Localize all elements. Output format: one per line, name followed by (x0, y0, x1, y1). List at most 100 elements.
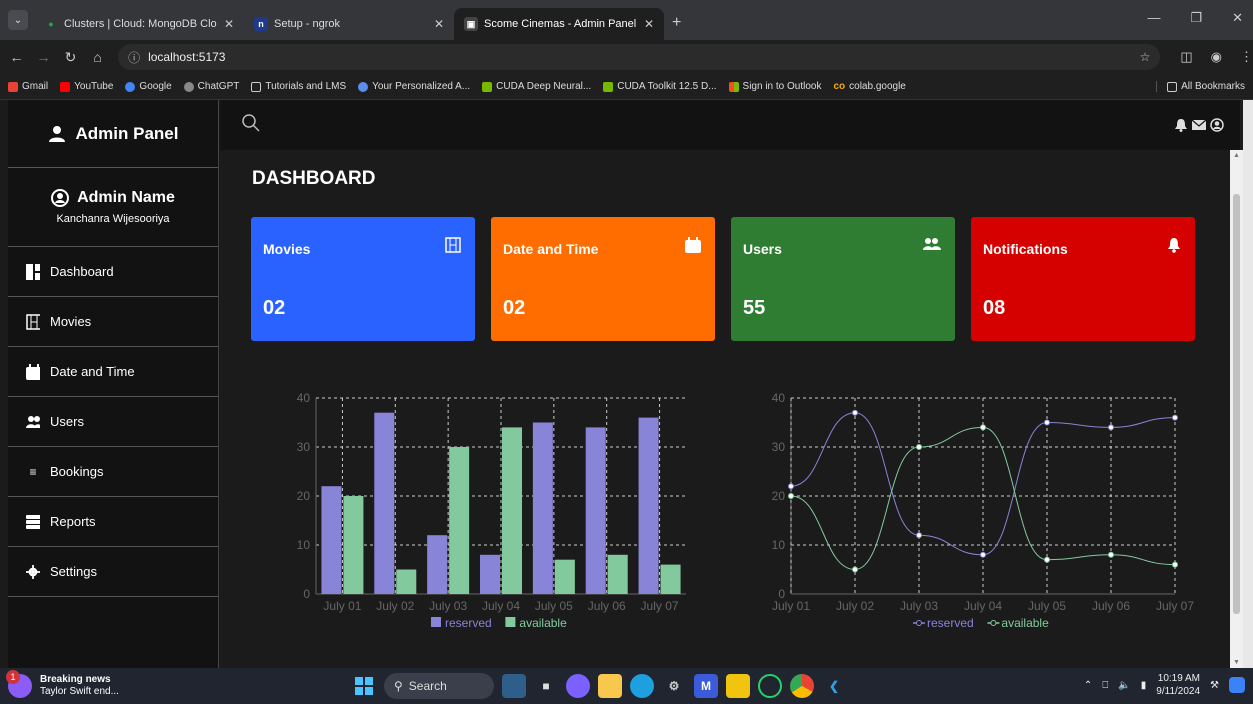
film-icon (26, 313, 40, 330)
sidebar-item-label: Movies (50, 314, 92, 329)
browser-tab-ngrok[interactable]: n Setup - ngrok ✕ (244, 8, 454, 40)
bookmark-colab[interactable]: co colab.google (833, 81, 905, 92)
copilot-tray-icon[interactable] (1229, 677, 1245, 693)
point-reserved (788, 483, 794, 490)
sidebar-item-dashboard[interactable]: Dashboard (8, 247, 218, 297)
browser-tabbar: ⌄ ● Clusters | Cloud: MongoDB Clo ✕ n Se… (0, 0, 1253, 40)
point-reserved (980, 551, 986, 558)
settings-app-icon[interactable]: ⚙ (662, 674, 686, 698)
star-icon[interactable]: ☆ (1140, 50, 1151, 64)
toolbar-right: ◫ ◉ ⋮ (1180, 49, 1253, 65)
browser-tab-mongodb[interactable]: ● Clusters | Cloud: MongoDB Clo ✕ (34, 8, 244, 40)
battery-icon[interactable]: ▮ (1141, 680, 1147, 691)
sidebar-item-label: Reports (50, 514, 96, 529)
whatsapp-icon[interactable] (758, 674, 782, 698)
calendar-icon (685, 237, 701, 258)
chevron-up-icon[interactable]: ⌃ (1084, 680, 1092, 691)
movies-card[interactable]: Movies 02 (251, 217, 475, 341)
window-scrollbar[interactable] (1243, 100, 1253, 668)
sidebar-item-movies[interactable]: Movies (8, 297, 218, 347)
close-window-icon[interactable]: ✕ (1232, 10, 1243, 26)
page-title: DASHBOARD (252, 168, 376, 189)
page-scrollbar[interactable]: ▲ ▼ (1230, 150, 1243, 668)
reload-icon[interactable]: ↻ (60, 49, 81, 66)
menu-icon[interactable]: ⋮ (1240, 49, 1253, 65)
task-view-icon[interactable]: ■ (534, 674, 558, 698)
window-controls: — ❐ ✕ (1147, 10, 1243, 26)
x-tick-label: July 04 (482, 599, 520, 613)
close-icon[interactable]: ✕ (224, 17, 234, 31)
forward-icon[interactable]: → (33, 49, 54, 65)
windows-start-icon[interactable] (352, 674, 376, 698)
bookmark-label: Sign in to Outlook (742, 81, 822, 92)
file-explorer-icon[interactable] (598, 674, 622, 698)
vscode-icon[interactable]: ❮ (822, 674, 846, 698)
back-icon[interactable]: ← (6, 49, 27, 65)
search-icon[interactable] (242, 114, 260, 137)
bell-icon[interactable] (1174, 118, 1188, 137)
taskbar-search[interactable]: ⚲ Search (384, 673, 494, 699)
address-bar: ← → ↻ ⌂ ⓘ localhost:5173 ☆ ◫ ◉ ⋮ (0, 40, 1253, 74)
news-widget[interactable]: 1 Breaking news Taylor Swift end... (6, 670, 119, 698)
mail-icon[interactable] (1191, 118, 1207, 137)
news-icon: 1 (6, 670, 32, 698)
app-icon[interactable]: M (694, 674, 718, 698)
store-icon[interactable] (726, 674, 750, 698)
account-icon[interactable] (1210, 118, 1224, 137)
bookmark-personalized[interactable]: Your Personalized A... (358, 81, 470, 92)
bar-reserved (638, 417, 659, 594)
notification-center-icon[interactable]: ⚒ (1210, 680, 1219, 691)
widgets-icon[interactable] (502, 674, 526, 698)
home-icon[interactable]: ⌂ (87, 49, 108, 65)
legend-swatch (505, 617, 516, 627)
bookmark-label: ChatGPT (197, 81, 240, 92)
bookmark-tutorials[interactable]: Tutorials and LMS (251, 81, 346, 92)
sidebar-item-date-time[interactable]: Date and Time (8, 347, 218, 397)
profile-icon[interactable]: ◉ (1211, 49, 1222, 65)
close-icon[interactable]: ✕ (644, 17, 654, 31)
bookmark-gmail[interactable]: Gmail (8, 81, 48, 92)
x-tick-label: July 05 (1028, 599, 1066, 613)
bookmark-chatgpt[interactable]: ChatGPT (183, 81, 240, 92)
top-bar-icons (1174, 118, 1224, 137)
bookmark-youtube[interactable]: YouTube (60, 81, 113, 92)
info-icon[interactable]: ⓘ (128, 49, 140, 66)
microsoft-icon (728, 81, 739, 92)
line-chart: 010203040July 01 July 02 July 03 July 04 Jul… (772, 391, 1195, 630)
date-time-card[interactable]: Date and Time 02 (491, 217, 715, 341)
point-reserved (1108, 424, 1114, 431)
extensions-icon[interactable]: ◫ (1180, 49, 1192, 65)
copilot-icon[interactable] (566, 674, 590, 698)
bookmark-outlook[interactable]: Sign in to Outlook (728, 81, 822, 92)
bar-available (502, 427, 522, 594)
chrome-icon[interactable] (790, 674, 814, 698)
browser-tab-admin[interactable]: ▣ Scome Cinemas - Admin Panel ✕ (454, 8, 664, 40)
new-tab-button[interactable]: + (672, 14, 681, 32)
volume-icon[interactable]: 🔈 (1118, 680, 1130, 691)
minimize-icon[interactable]: — (1147, 10, 1160, 26)
tab-list-button[interactable]: ⌄ (8, 10, 28, 30)
bookmark-google[interactable]: Google (125, 81, 172, 92)
bookmark-cuda-dnn[interactable]: CUDA Deep Neural... (482, 81, 591, 92)
users-icon (26, 415, 40, 429)
clock[interactable]: 10:19 AM 9/11/2024 (1156, 672, 1200, 698)
restore-icon[interactable]: ❐ (1190, 10, 1202, 26)
close-icon[interactable]: ✕ (434, 17, 444, 31)
sidebar-item-reports[interactable]: Reports (8, 497, 218, 547)
scroll-up-icon[interactable]: ▲ (1233, 152, 1240, 159)
notifications-card[interactable]: Notifications 08 (971, 217, 1195, 341)
sidebar-item-settings[interactable]: Settings (8, 547, 218, 597)
url-input[interactable]: ⓘ localhost:5173 ☆ (118, 44, 1161, 70)
bookmark-cuda-toolkit[interactable]: CUDA Toolkit 12.5 D... (603, 81, 717, 92)
network-icon[interactable]: ⎕ (1102, 680, 1108, 691)
sidebar-item-bookings[interactable]: ≡ Bookings (8, 447, 218, 497)
folder-icon (251, 81, 262, 92)
y-tick-label: 10 (297, 538, 311, 552)
all-bookmarks[interactable]: All Bookmarks (1156, 81, 1245, 92)
sidebar-item-users[interactable]: Users (8, 397, 218, 447)
scroll-down-icon[interactable]: ▼ (1233, 659, 1240, 666)
scroll-thumb[interactable] (1233, 194, 1240, 614)
users-card[interactable]: Users 55 (731, 217, 955, 341)
edge-icon[interactable] (630, 674, 654, 698)
card-label: Date and Time (503, 241, 599, 257)
